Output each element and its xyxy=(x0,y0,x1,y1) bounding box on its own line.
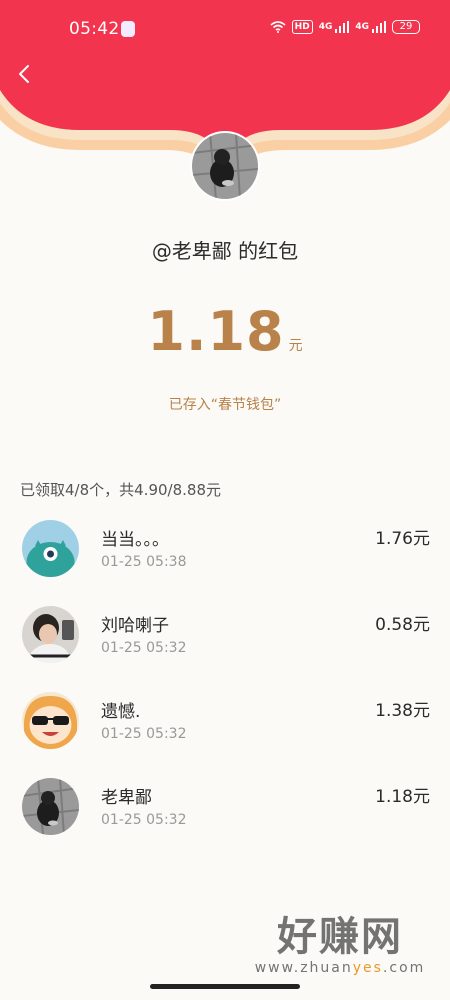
claim-amount: 1.18元 xyxy=(375,787,430,807)
signal-icon-2 xyxy=(372,21,386,33)
hd-badge: HD xyxy=(291,20,313,34)
amount-value: 1.18 xyxy=(147,300,285,363)
avatar-image xyxy=(22,778,79,835)
watermark-url-accent: yes xyxy=(352,960,383,976)
watermark-url-post: .com xyxy=(382,960,426,976)
avatar xyxy=(22,692,79,749)
claimer-name: 老卑鄙 xyxy=(101,788,152,808)
list-item[interactable]: 遗憾. 01-25 05:32 1.38元 xyxy=(0,687,450,773)
wallet-link[interactable]: 已存入“春节钱包” xyxy=(0,394,450,414)
sender-avatar-image xyxy=(192,133,258,199)
claim-amount: 1.38元 xyxy=(375,701,430,721)
status-time: 05:42 xyxy=(69,19,120,39)
amount-unit: 元 xyxy=(288,338,303,354)
signal-icon-1 xyxy=(335,21,350,33)
status-bar: 05:42 HD 4G 4G 29 xyxy=(0,0,450,60)
app-notification-icon xyxy=(121,21,135,37)
claim-time: 01-25 05:32 xyxy=(101,640,187,656)
avatar xyxy=(22,520,79,577)
network-type-1: 4G xyxy=(318,22,333,32)
watermark-logo: 好赚网 xyxy=(277,914,403,960)
avatar-image xyxy=(22,692,79,749)
battery-indicator: 29 xyxy=(392,20,420,34)
network-type-2: 4G xyxy=(355,22,369,32)
status-indicators: HD 4G 4G 29 xyxy=(270,20,420,34)
watermark: 好赚网 www.zhuanyes.com xyxy=(240,912,440,976)
avatar xyxy=(22,606,79,663)
chevron-left-icon xyxy=(19,65,29,83)
avatar-image xyxy=(22,520,79,577)
claim-amount: 0.58元 xyxy=(375,615,430,635)
back-button[interactable] xyxy=(12,58,36,90)
wifi-icon xyxy=(270,21,286,33)
packet-title: @老卑鄙 的红包 xyxy=(151,239,299,263)
claim-amount: 1.76元 xyxy=(375,529,430,549)
watermark-url: www.zhuanyes.com xyxy=(240,960,440,976)
received-amount: 1.18 元 xyxy=(0,300,450,363)
avatar-image xyxy=(22,606,79,663)
claimer-name: 刘哈喇子 xyxy=(101,616,169,636)
claimer-name: 遗憾. xyxy=(101,702,141,722)
claim-summary: 已领取4/8个，共4.90/8.88元 xyxy=(20,481,221,499)
sender-avatar[interactable] xyxy=(190,131,260,201)
home-indicator[interactable] xyxy=(150,984,300,989)
claimer-name: 当当。。。 xyxy=(101,530,169,550)
claim-list: 当当。。。 01-25 05:38 1.76元 刘哈喇子 01-25 05:32… xyxy=(0,515,450,859)
watermark-url-pre: www.zhuan xyxy=(254,960,353,976)
claim-time: 01-25 05:32 xyxy=(101,726,187,742)
claim-time: 01-25 05:32 xyxy=(101,812,187,828)
avatar xyxy=(22,778,79,835)
claim-time: 01-25 05:38 xyxy=(101,554,187,570)
list-item[interactable]: 当当。。。 01-25 05:38 1.76元 xyxy=(0,515,450,601)
list-item[interactable]: 刘哈喇子 01-25 05:32 0.58元 xyxy=(0,601,450,687)
list-item[interactable]: 老卑鄙 01-25 05:32 1.18元 xyxy=(0,773,450,859)
